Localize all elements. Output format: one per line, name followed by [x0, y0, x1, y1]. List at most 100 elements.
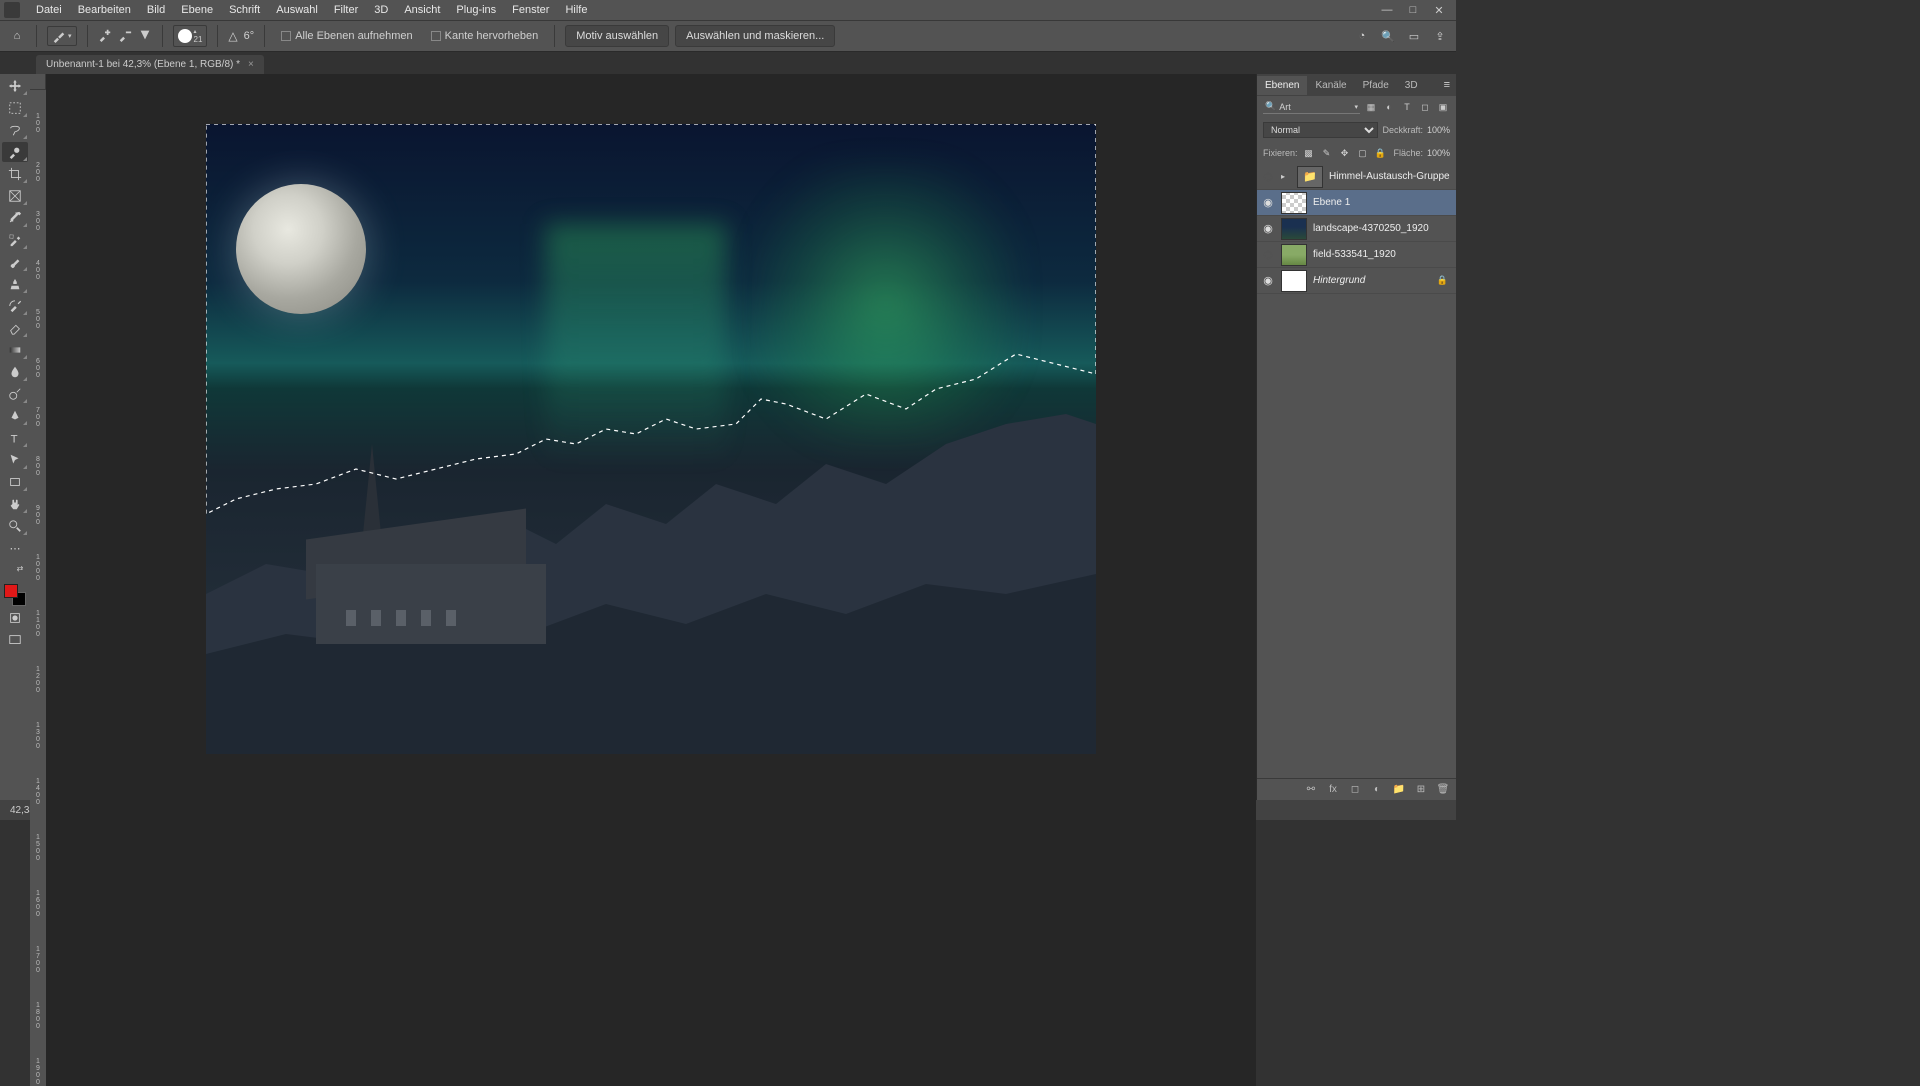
angle-icon[interactable]: △	[228, 29, 237, 43]
menu-bearbeiten[interactable]: Bearbeiten	[70, 1, 139, 19]
tab-3d[interactable]: 3D	[1397, 76, 1426, 95]
add-selection-icon[interactable]	[98, 28, 112, 45]
quick-selection-tool[interactable]	[2, 142, 28, 162]
sample-all-layers-checkbox[interactable]: Alle Ebenen aufnehmen	[275, 30, 418, 42]
angle-value[interactable]: 6°	[244, 30, 255, 42]
tab-ebenen[interactable]: Ebenen	[1257, 76, 1307, 95]
panel-menu-icon[interactable]: ≡	[1438, 79, 1456, 91]
visibility-toggle[interactable]: ◉	[1261, 248, 1275, 262]
lock-nested-icon[interactable]: ▢	[1356, 146, 1370, 160]
filter-smart-icon[interactable]: ▣	[1436, 100, 1450, 114]
lock-all-icon[interactable]: 🔒	[1374, 146, 1388, 160]
foreground-color-swatch[interactable]	[4, 584, 18, 598]
brush-tool[interactable]	[2, 252, 28, 272]
layer-hintergrund[interactable]: ◉ Hintergrund 🔒	[1257, 268, 1456, 294]
link-layers-icon[interactable]: ⚯	[1304, 783, 1318, 797]
menu-plugins[interactable]: Plug-ins	[448, 1, 504, 19]
tab-kanaele[interactable]: Kanäle	[1307, 76, 1354, 95]
crop-tool[interactable]	[2, 164, 28, 184]
history-brush-tool[interactable]	[2, 296, 28, 316]
menu-bild[interactable]: Bild	[139, 1, 173, 19]
search-icon[interactable]: 🔍	[1380, 28, 1396, 44]
eyedropper-tool[interactable]	[2, 208, 28, 228]
layer-landscape[interactable]: ◉ landscape-4370250_1920	[1257, 216, 1456, 242]
menu-3d[interactable]: 3D	[366, 1, 396, 19]
path-selection-tool[interactable]	[2, 450, 28, 470]
workspace-icon[interactable]: ▭	[1406, 28, 1422, 44]
tool-preset-picker[interactable]: ▾	[47, 26, 77, 46]
layer-fx-icon[interactable]: fx	[1326, 783, 1340, 797]
hand-tool[interactable]	[2, 494, 28, 514]
menu-fenster[interactable]: Fenster	[504, 1, 557, 19]
close-icon[interactable]: ✕	[1432, 4, 1446, 17]
delete-layer-icon[interactable]: 🗑	[1436, 783, 1450, 797]
healing-brush-tool[interactable]	[2, 230, 28, 250]
cloud-icon[interactable]: ◔	[1354, 28, 1370, 44]
visibility-toggle[interactable]: ◉	[1261, 170, 1275, 184]
pen-tool[interactable]	[2, 406, 28, 426]
marquee-tool[interactable]	[2, 98, 28, 118]
menu-auswahl[interactable]: Auswahl	[268, 1, 326, 19]
visibility-toggle[interactable]: ◉	[1261, 222, 1275, 236]
brush-settings-icon[interactable]	[138, 28, 152, 45]
toolbar-more-icon[interactable]: ⋯	[2, 538, 28, 558]
swap-colors-icon[interactable]: ⇄	[10, 560, 30, 576]
layer-field[interactable]: ◉ field-533541_1920	[1257, 242, 1456, 268]
menu-ebene[interactable]: Ebene	[173, 1, 221, 19]
layer-group-himmel[interactable]: ◉ ▸ 📁 Himmel-Austausch-Gruppe	[1257, 164, 1456, 190]
subtract-selection-icon[interactable]	[118, 28, 132, 45]
chevron-right-icon[interactable]: ▸	[1281, 172, 1291, 181]
minimize-icon[interactable]: —	[1380, 4, 1394, 17]
blur-tool[interactable]	[2, 362, 28, 382]
gradient-tool[interactable]	[2, 340, 28, 360]
new-layer-icon[interactable]: ⊞	[1414, 783, 1428, 797]
filter-shape-icon[interactable]: ◻	[1418, 100, 1432, 114]
layer-mask-icon[interactable]: ◻	[1348, 783, 1362, 797]
menu-schrift[interactable]: Schrift	[221, 1, 268, 19]
zoom-tool[interactable]	[2, 516, 28, 536]
filter-type-icon[interactable]: T	[1400, 100, 1414, 114]
adjustment-layer-icon[interactable]: ◐	[1370, 783, 1384, 797]
filter-adjust-icon[interactable]: ◐	[1382, 100, 1396, 114]
dodge-tool[interactable]	[2, 384, 28, 404]
lock-transparent-icon[interactable]: ▩	[1302, 146, 1316, 160]
lock-position-icon[interactable]: ✥	[1338, 146, 1352, 160]
visibility-toggle[interactable]: ◉	[1261, 274, 1275, 288]
move-tool[interactable]	[2, 76, 28, 96]
select-and-mask-button[interactable]: Auswählen und maskieren...	[675, 25, 835, 47]
clone-stamp-tool[interactable]	[2, 274, 28, 294]
menu-hilfe[interactable]: Hilfe	[557, 1, 595, 19]
select-subject-button[interactable]: Motiv auswählen	[565, 25, 669, 47]
menu-datei[interactable]: Datei	[28, 1, 70, 19]
rectangle-tool[interactable]	[2, 472, 28, 492]
maximize-icon[interactable]: □	[1406, 4, 1420, 17]
share-icon[interactable]: ⇪	[1432, 28, 1448, 44]
home-icon[interactable]: ⌂	[8, 27, 26, 45]
layer-ebene-1[interactable]: ◉ Ebene 1	[1257, 190, 1456, 216]
tab-pfade[interactable]: Pfade	[1355, 76, 1397, 95]
eraser-tool[interactable]	[2, 318, 28, 338]
lock-icon[interactable]: 🔒	[1437, 275, 1452, 286]
lock-pixels-icon[interactable]: ✎	[1320, 146, 1334, 160]
vertical-ruler[interactable]: 01 0 02 0 03 0 04 0 05 0 06 0 07 0 08 0 …	[30, 74, 46, 1086]
ruler-origin[interactable]	[30, 74, 46, 90]
screen-mode-icon[interactable]	[2, 630, 28, 650]
frame-tool[interactable]	[2, 186, 28, 206]
opacity-value[interactable]: 100%	[1427, 125, 1450, 135]
color-swatches[interactable]	[4, 584, 26, 606]
menu-filter[interactable]: Filter	[326, 1, 366, 19]
lasso-tool[interactable]	[2, 120, 28, 140]
new-group-icon[interactable]: 📁	[1392, 783, 1406, 797]
blend-mode-select[interactable]: Normal	[1263, 122, 1378, 138]
quick-mask-icon[interactable]	[2, 608, 28, 628]
filter-image-icon[interactable]: ▦	[1364, 100, 1378, 114]
menu-ansicht[interactable]: Ansicht	[396, 1, 448, 19]
type-tool[interactable]: T	[2, 428, 28, 448]
canvas[interactable]	[46, 74, 1256, 1086]
enhance-edge-checkbox[interactable]: Kante hervorheben	[425, 30, 545, 42]
visibility-toggle[interactable]: ◉	[1261, 196, 1275, 210]
fill-value[interactable]: 100%	[1427, 148, 1450, 158]
close-tab-icon[interactable]: ×	[248, 59, 254, 70]
layer-filter-search[interactable]: 🔍 Art ▾	[1263, 100, 1360, 114]
document-tab[interactable]: Unbenannt-1 bei 42,3% (Ebene 1, RGB/8) *…	[36, 55, 264, 74]
